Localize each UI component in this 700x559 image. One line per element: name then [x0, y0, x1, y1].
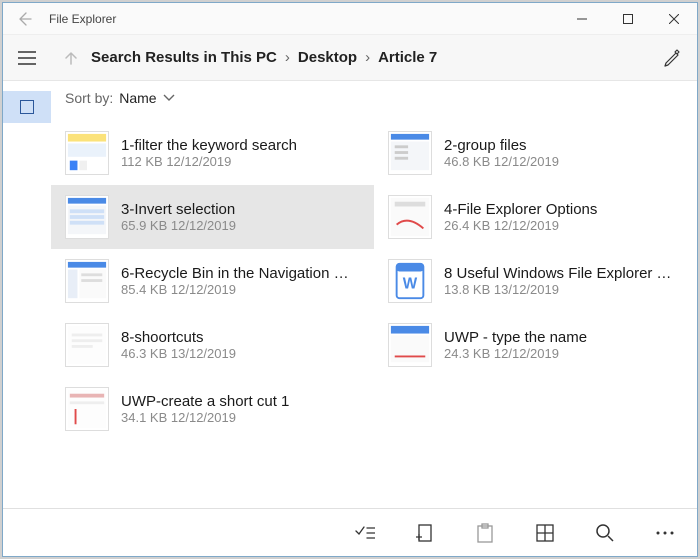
file-thumbnail [65, 387, 109, 431]
breadcrumb-item[interactable]: Desktop [298, 49, 357, 66]
new-item-button[interactable] [401, 509, 449, 557]
paste-button[interactable] [461, 509, 509, 557]
file-item[interactable]: 3-Invert selection65.9 KB 12/12/2019 [51, 185, 374, 249]
file-thumbnail [65, 323, 109, 367]
file-meta: 8 Useful Windows File Explorer Tips13.8 … [444, 265, 674, 297]
breadcrumb-item[interactable]: Search Results in This PC [91, 49, 277, 66]
file-details: 112 KB 12/12/2019 [121, 154, 297, 169]
file-item[interactable]: 8-shoortcuts46.3 KB 13/12/2019 [51, 313, 374, 377]
content-area: Sort by: Name 1-filter the keyword searc… [51, 81, 697, 508]
back-arrow-icon [16, 11, 32, 27]
file-meta: 3-Invert selection65.9 KB 12/12/2019 [121, 201, 236, 233]
file-meta: 4-File Explorer Options26.4 KB 12/12/201… [444, 201, 597, 233]
file-name: 3-Invert selection [121, 201, 236, 218]
clipboard-icon [477, 523, 493, 543]
more-button[interactable] [641, 509, 689, 557]
select-mode-button[interactable] [3, 91, 51, 123]
file-item[interactable]: 1-filter the keyword search112 KB 12/12/… [51, 121, 374, 185]
new-file-icon [416, 523, 434, 543]
file-thumbnail [388, 131, 432, 175]
file-item[interactable]: 4-File Explorer Options26.4 KB 12/12/201… [374, 185, 697, 249]
file-name: 1-filter the keyword search [121, 137, 297, 154]
file-name: UWP - type the name [444, 329, 587, 346]
file-details: 26.4 KB 12/12/2019 [444, 218, 597, 233]
file-item[interactable]: 2-group files46.8 KB 12/12/2019 [374, 121, 697, 185]
file-thumbnail: W [388, 259, 432, 303]
maximize-button[interactable] [605, 3, 651, 35]
file-item[interactable]: W 8 Useful Windows File Explorer Tips13.8… [374, 249, 697, 313]
file-thumbnail [65, 131, 109, 175]
chevron-right-icon: › [285, 49, 290, 66]
file-meta: UWP-create a short cut 134.1 KB 12/12/20… [121, 393, 289, 425]
file-name: 8-shoortcuts [121, 329, 236, 346]
search-icon [595, 523, 615, 543]
ellipsis-icon [656, 530, 674, 536]
grid-icon [536, 524, 554, 542]
pencil-icon [664, 49, 682, 67]
breadcrumb-item[interactable]: Article 7 [378, 49, 437, 66]
edit-path-button[interactable] [649, 35, 697, 81]
file-meta: UWP - type the name24.3 KB 12/12/2019 [444, 329, 587, 361]
checklist-icon [355, 525, 375, 541]
file-details: 34.1 KB 12/12/2019 [121, 410, 289, 425]
file-name: 4-File Explorer Options [444, 201, 597, 218]
minimize-button[interactable] [559, 3, 605, 35]
checkbox-icon [20, 100, 34, 114]
file-thumbnail [65, 259, 109, 303]
up-button[interactable] [51, 35, 91, 81]
file-thumbnail [388, 323, 432, 367]
file-name: 8 Useful Windows File Explorer Tips [444, 265, 674, 282]
window-title: File Explorer [45, 12, 559, 26]
file-details: 24.3 KB 12/12/2019 [444, 346, 587, 361]
up-arrow-icon [64, 51, 78, 65]
back-button[interactable] [3, 3, 45, 35]
menu-button[interactable] [3, 35, 51, 81]
file-meta: 2-group files46.8 KB 12/12/2019 [444, 137, 559, 169]
file-name: 6-Recycle Bin in the Navigation Pane [121, 265, 351, 282]
chevron-down-icon [163, 94, 175, 102]
file-meta: 1-filter the keyword search112 KB 12/12/… [121, 137, 297, 169]
breadcrumb: Search Results in This PC › Desktop › Ar… [91, 49, 649, 66]
layout-button[interactable] [521, 509, 569, 557]
file-details: 65.9 KB 12/12/2019 [121, 218, 236, 233]
bottom-bar [3, 508, 697, 556]
file-grid: 1-filter the keyword search112 KB 12/12/… [51, 115, 697, 508]
hamburger-icon [18, 51, 36, 65]
body: Sort by: Name 1-filter the keyword searc… [3, 81, 697, 508]
file-item[interactable]: UWP - type the name24.3 KB 12/12/2019 [374, 313, 697, 377]
file-item[interactable]: 6-Recycle Bin in the Navigation Pane85.4… [51, 249, 374, 313]
svg-text:W: W [403, 276, 418, 293]
sort-label: Sort by: [65, 90, 113, 106]
window: File Explorer Search Results in This PC … [2, 2, 698, 557]
file-thumbnail [65, 195, 109, 239]
titlebar: File Explorer [3, 3, 697, 35]
close-button[interactable] [651, 3, 697, 35]
command-bar: Search Results in This PC › Desktop › Ar… [3, 35, 697, 81]
nav-rail [3, 81, 51, 508]
window-controls [559, 3, 697, 35]
file-details: 46.8 KB 12/12/2019 [444, 154, 559, 169]
sort-row[interactable]: Sort by: Name [51, 81, 697, 115]
file-details: 13.8 KB 13/12/2019 [444, 282, 674, 297]
file-details: 46.3 KB 13/12/2019 [121, 346, 236, 361]
file-name: 2-group files [444, 137, 559, 154]
sort-value: Name [119, 90, 156, 106]
file-item[interactable]: UWP-create a short cut 134.1 KB 12/12/20… [51, 377, 374, 441]
file-thumbnail [388, 195, 432, 239]
file-meta: 6-Recycle Bin in the Navigation Pane85.4… [121, 265, 351, 297]
chevron-right-icon: › [365, 49, 370, 66]
select-all-button[interactable] [341, 509, 389, 557]
file-meta: 8-shoortcuts46.3 KB 13/12/2019 [121, 329, 236, 361]
search-button[interactable] [581, 509, 629, 557]
file-name: UWP-create a short cut 1 [121, 393, 289, 410]
file-details: 85.4 KB 12/12/2019 [121, 282, 351, 297]
